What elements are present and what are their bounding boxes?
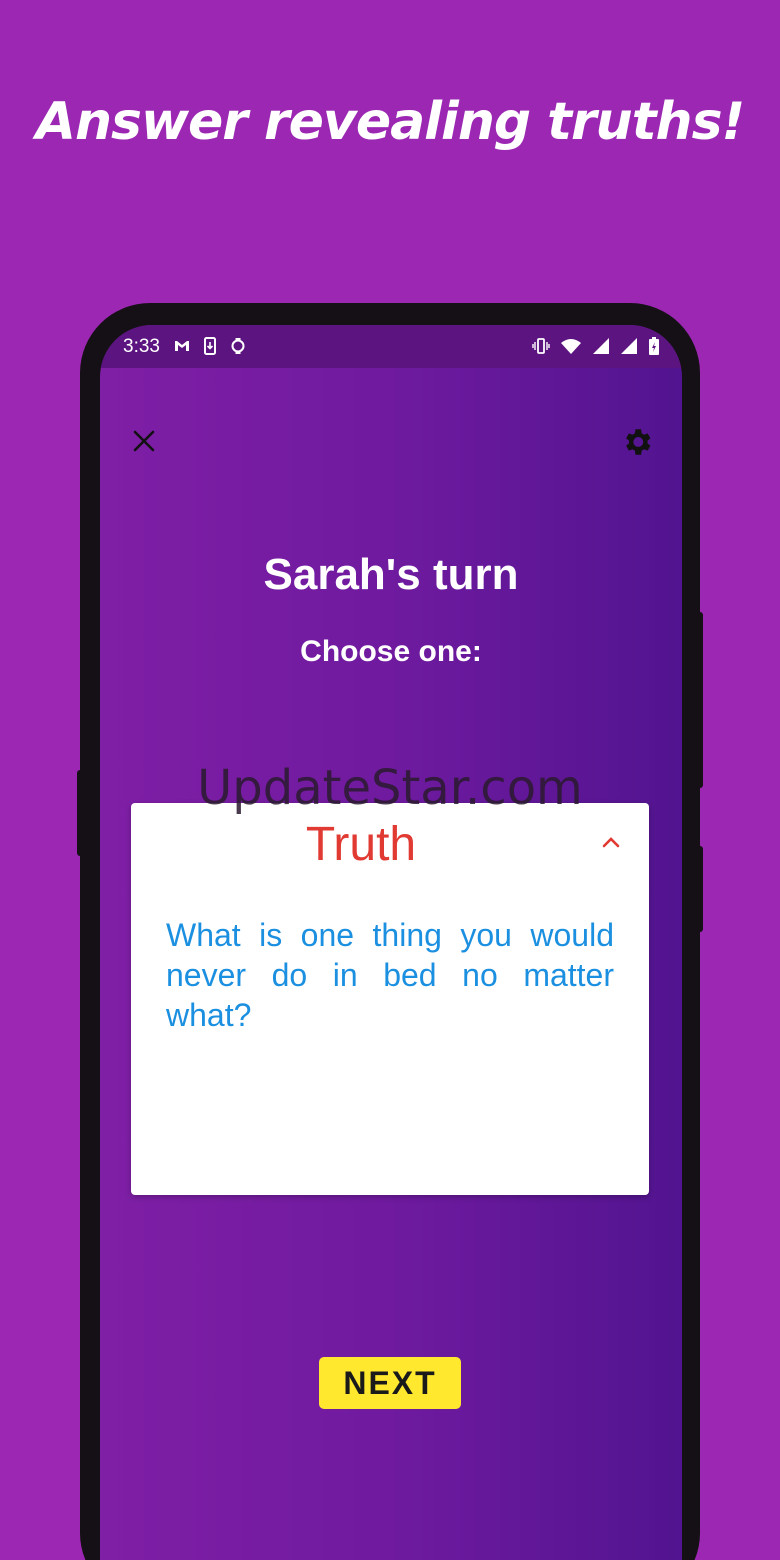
status-time: 3:33 xyxy=(123,336,160,357)
next-button[interactable]: NEXT xyxy=(319,1357,461,1409)
status-bar: 3:33 xyxy=(100,325,682,368)
choose-label: Choose one: xyxy=(300,635,482,668)
turn-title: Sarah's turn xyxy=(263,550,519,599)
question-text: What is one thing you would never do in … xyxy=(166,917,614,1033)
gmail-icon xyxy=(175,341,189,351)
signal-icon xyxy=(621,338,637,354)
card-title: Truth xyxy=(305,818,417,871)
signal-icon xyxy=(593,338,609,354)
battery-charging-icon xyxy=(649,337,659,355)
phone-screen: 3:33 Sarah's turn Choose one: Truth What… xyxy=(100,325,682,1560)
vibrate-icon xyxy=(532,338,550,354)
close-icon[interactable] xyxy=(128,425,160,457)
gear-icon[interactable] xyxy=(620,425,654,459)
truth-card[interactable]: Truth What is one thing you would never … xyxy=(131,803,649,1195)
chevron-up-icon[interactable] xyxy=(599,831,623,855)
watch-icon xyxy=(231,338,245,354)
wifi-icon xyxy=(561,339,581,354)
phone-download-icon xyxy=(204,337,216,355)
promo-headline: Answer revealing truths! xyxy=(35,92,746,152)
